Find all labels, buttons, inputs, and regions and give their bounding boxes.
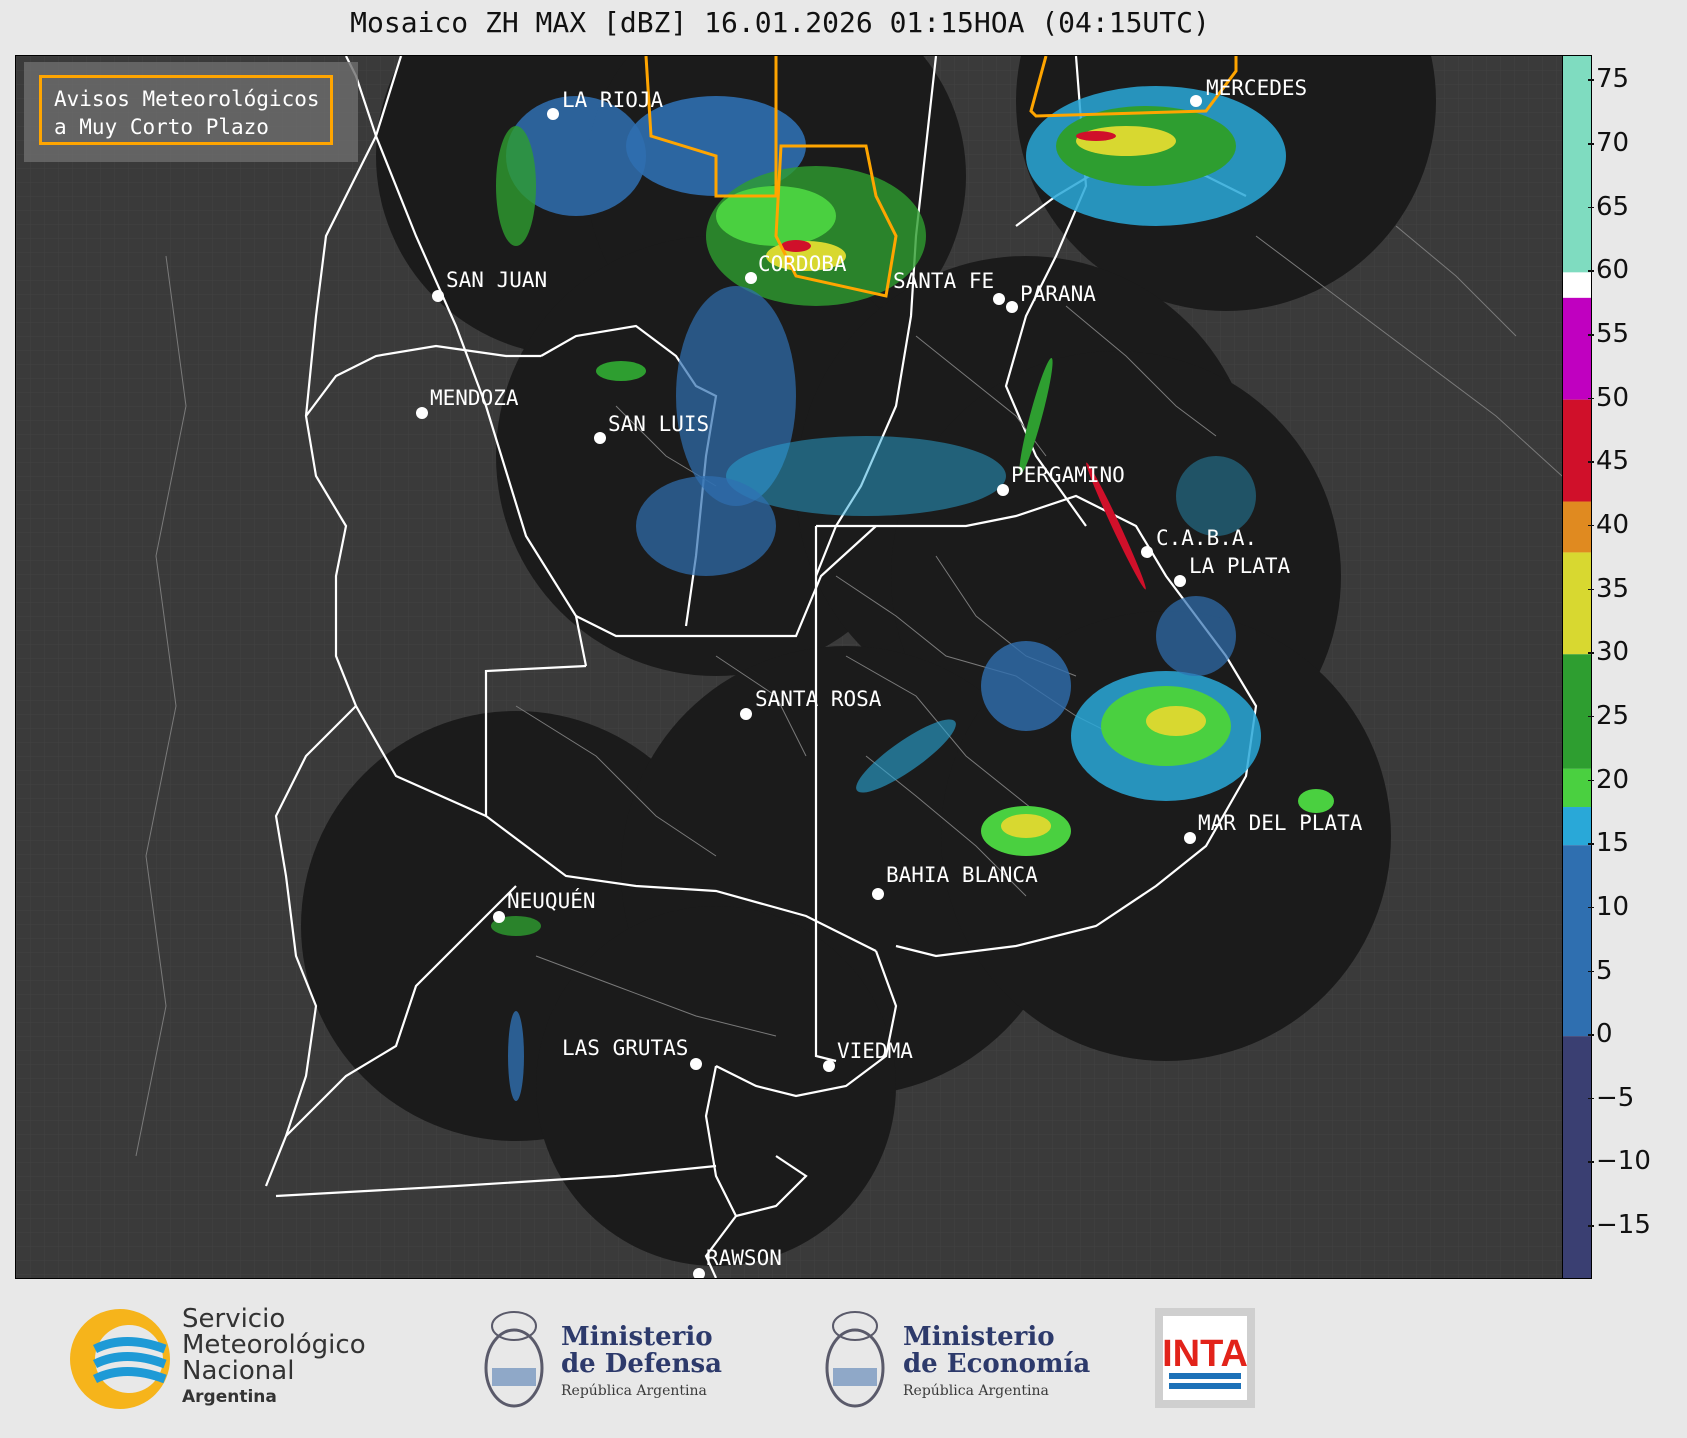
defensa-line3: República Argentina [561,1383,707,1399]
city-dot [1174,575,1186,587]
city-label-mercedes: MERCEDES [1206,76,1308,100]
inta-logo-icon: INTA [1162,1316,1248,1400]
colorbar-tick-label: 5 [1588,955,1613,986]
city-label-santa-rosa: SANTA ROSA [755,687,882,711]
economia-line1: Ministerio [903,1322,1055,1352]
city-dot [1141,546,1153,558]
colorbar [1562,55,1592,1279]
city-label-neuquen: NEUQUÉN [507,889,596,913]
colorbar-tick-label: 0 [1588,1019,1613,1050]
city-label-rawson: RAWSON [706,1246,782,1270]
defensa-line2: de Defensa [561,1349,722,1379]
city-dot [823,1060,835,1072]
colorbar-tick-label: 15 [1587,828,1630,859]
city-label-santa-fe: SANTA FE [893,269,995,293]
city-label-caba: C.A.B.A. [1156,526,1258,550]
colorbar-tick-label: 10 [1587,891,1630,922]
city-dot [745,272,757,284]
city-label-la-rioja: LA RIOJA [562,88,664,112]
city-dot [493,911,505,923]
colorbar-band [1563,768,1591,808]
colorbar-band [1563,552,1591,655]
colorbar-scale [1563,56,1591,1278]
warnings-legend: Avisos Meteorológicos a Muy Corto Plazo [24,62,358,162]
warnings-legend-line2: a Muy Corto Plazo [54,115,269,139]
colorbar-band [1563,272,1591,298]
colorbar-band [1563,56,1591,273]
smn-logo-text: Servicio Meteorológico Nacional Argentin… [182,1306,366,1410]
colorbar-band [1563,297,1591,400]
colorbar-band [1563,654,1591,769]
colorbar-tick-label: −15 [1588,1210,1651,1241]
colorbar-tick-label: 65 [1587,191,1630,222]
city-dot [690,1058,702,1070]
city-label-la-plata: LA PLATA [1189,554,1291,578]
colorbar-tick-label: 30 [1587,637,1630,668]
colorbar-band [1563,1036,1591,1278]
colorbar-tick-label: 50 [1587,382,1630,413]
city-label-cordoba: CORDOBA [758,252,847,276]
city-label-parana: PARANA [1020,282,1096,306]
logo-bar: Servicio Meteorológico Nacional Argentin… [0,1280,1687,1438]
city-label-las-grutas: LAS GRUTAS [562,1036,689,1060]
city-dot [693,1268,705,1278]
city-label-mendoza: MENDOZA [430,386,519,410]
city-dot [1006,301,1018,313]
colorbar-tick-label: 75 [1587,64,1630,95]
city-label-mar-del-plata: MAR DEL PLATA [1198,811,1363,835]
smn-line3: Nacional [182,1356,295,1386]
defensa-line1: Ministerio [561,1322,713,1352]
warnings-legend-box: Avisos Meteorológicos a Muy Corto Plazo [39,75,333,145]
inta-logo: INTA [1155,1308,1255,1408]
colorbar-tick-label: 20 [1587,764,1630,795]
inta-logo-text: INTA [1162,1333,1248,1375]
city-dot [1184,832,1196,844]
colorbar-band [1563,807,1591,846]
city-dot [872,888,884,900]
defensa-logo-text: Ministerio de Defensa República Argentin… [561,1324,722,1405]
city-label-san-juan: SAN JUAN [446,268,548,292]
city-dot [993,293,1005,305]
economia-line2: de Economía [903,1349,1091,1379]
coat-of-arms-icon [484,1311,544,1408]
warnings-legend-line1: Avisos Meteorológicos [54,87,320,111]
colorbar-tick-label: 35 [1587,573,1630,604]
radar-map[interactable]: Avisos Meteorológicos a Muy Corto Plazo … [15,55,1563,1279]
smn-logo-icon [70,1309,170,1409]
city-dot [432,290,444,302]
smn-line1: Servicio [182,1304,286,1334]
city-dot [416,407,428,419]
colorbar-tick-label: −5 [1587,1082,1635,1113]
city-dot [547,108,559,120]
city-dot [594,432,606,444]
city-label-bahia-blanca: BAHIA BLANCA [886,863,1038,887]
city-label-viedma: VIEDMA [837,1039,913,1063]
smn-line2: Meteorológico [182,1330,366,1360]
city-dot [997,484,1009,496]
colorbar-band [1563,845,1591,1037]
colorbar-tick-label: 25 [1587,700,1630,731]
city-dot [740,708,752,720]
colorbar-tick-label: −10 [1588,1146,1651,1177]
economia-line3: República Argentina [903,1383,1049,1399]
city-label-san-luis: SAN LUIS [608,412,710,436]
coat-of-arms-icon [825,1311,885,1408]
colorbar-band [1563,501,1591,553]
colorbar-tick-label: 70 [1587,128,1630,159]
economia-logo-text: Ministerio de Economía República Argenti… [903,1324,1090,1405]
colorbar-tick-label: 55 [1587,319,1630,350]
colorbar-tick-label: 60 [1587,255,1630,286]
smn-line4: Argentina [182,1387,277,1407]
colorbar-band [1563,399,1591,502]
city-dot [1190,95,1202,107]
radar-map-graphics [16,56,1562,1278]
city-label-pergamino: PERGAMINO [1011,463,1125,487]
colorbar-tick-label: 45 [1587,446,1630,477]
colorbar-tick-label: 40 [1587,509,1630,540]
map-title: Mosaico ZH MAX [dBZ] 16.01.2026 01:15HOA… [350,6,1210,39]
